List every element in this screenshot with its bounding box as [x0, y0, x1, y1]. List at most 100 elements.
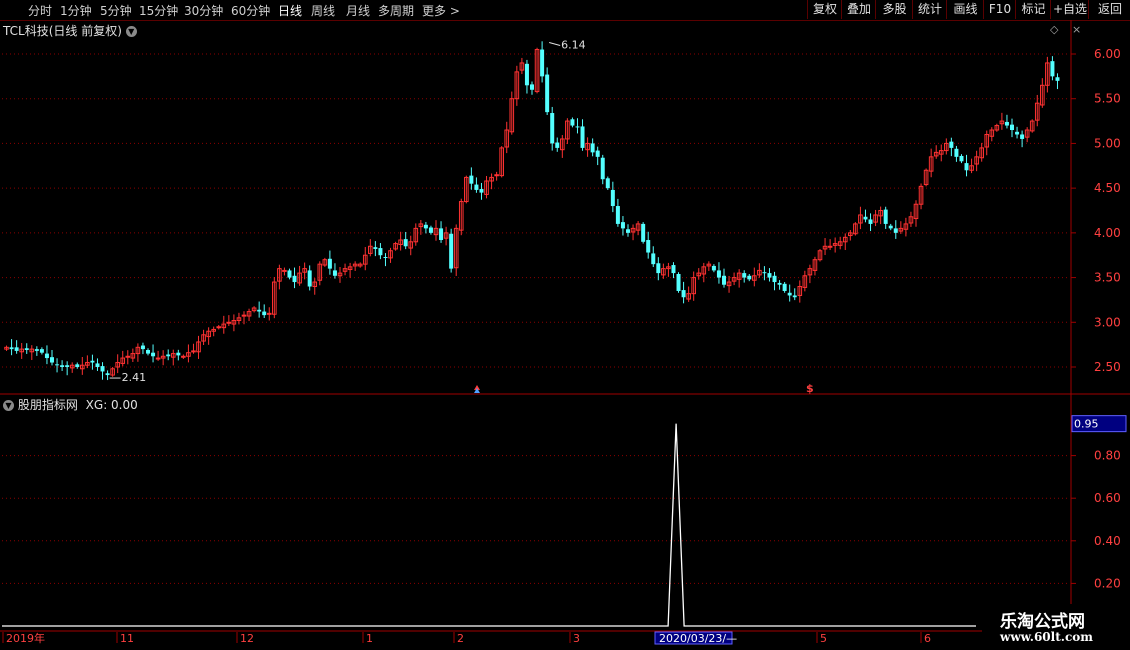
candle-body — [287, 270, 292, 278]
candle-body — [226, 321, 232, 324]
indicator-tick-label: 0.40 — [1094, 534, 1121, 548]
candle-body — [595, 150, 600, 157]
candle-body — [1004, 121, 1009, 126]
kline-chart: 2.50 3.00 3.50 4.00 4.50 5.00 5.50 6.00 6.14 2.41… — [0, 20, 1130, 645]
candle-body — [1050, 61, 1055, 77]
candle-body — [782, 283, 787, 291]
extreme-pointer — [549, 41, 561, 46]
candle-body — [332, 270, 337, 276]
candle-body — [620, 222, 625, 229]
candle-body — [827, 245, 833, 248]
candle-body — [474, 184, 479, 190]
candle-body — [742, 273, 747, 278]
candle-body — [44, 353, 49, 359]
candle-body — [146, 350, 150, 354]
price-tick-label: 2.50 — [1094, 360, 1121, 374]
candle-body — [863, 216, 868, 220]
diamond-icon[interactable]: ◇ — [1050, 23, 1058, 36]
candle-body — [9, 347, 14, 350]
watermark-url: www.60lt.com — [1000, 630, 1093, 644]
candle-body — [327, 258, 332, 269]
candle-body — [626, 229, 630, 233]
price-tick-label: 5.50 — [1094, 92, 1121, 106]
watermark-main: 乐淘公式网 — [1000, 612, 1085, 632]
indicator-tick-label: 0.80 — [1094, 449, 1121, 463]
price-tick-label: 6.00 — [1094, 47, 1121, 61]
time-tick-label: 11 — [120, 632, 134, 645]
candle-body — [610, 189, 615, 207]
candle-body — [39, 349, 44, 353]
candle-body — [307, 270, 312, 287]
candle-body — [428, 227, 433, 233]
signal-marker: $ — [806, 382, 814, 395]
chevron-down-icon[interactable]: ▼ — [125, 26, 137, 37]
candle-body — [55, 364, 60, 366]
candle-body — [65, 365, 70, 367]
candle-body — [524, 63, 529, 86]
time-tick-label: 2 — [457, 632, 464, 645]
candle-body — [711, 265, 716, 271]
candle-body — [241, 314, 247, 317]
candle-body — [292, 275, 297, 283]
price-tick-label: 3.00 — [1094, 315, 1121, 329]
candle-body — [893, 228, 898, 233]
candle-body — [383, 257, 388, 259]
candle-body — [787, 292, 792, 296]
time-tick-label: 5 — [820, 632, 827, 645]
candle-body — [949, 141, 954, 148]
candle-body — [50, 357, 54, 363]
candle-body — [651, 253, 656, 265]
candle-body — [155, 357, 161, 360]
indicator-tick-label: 0.60 — [1094, 491, 1121, 505]
candle-body — [216, 326, 222, 329]
candle-body — [540, 49, 545, 77]
indicator-value: XG: 0.00 — [85, 398, 138, 412]
candle-body — [75, 364, 80, 367]
candle-body — [605, 178, 610, 189]
main-chart-title: TCL科技(日线 前复权) ▼ — [3, 22, 137, 39]
candle-body — [181, 355, 186, 358]
indicator-value-label: 0.95 — [1074, 418, 1099, 431]
candle-body — [378, 248, 383, 256]
candle-body — [1015, 131, 1020, 135]
candle-body — [373, 247, 378, 249]
candle-body — [883, 209, 888, 224]
candle-body — [681, 290, 686, 298]
candle-body — [550, 113, 555, 144]
candle-body — [262, 311, 267, 316]
candle-body — [166, 354, 171, 357]
candle-body — [615, 206, 620, 224]
time-tick-label: 2020/03/23/— — [659, 632, 737, 645]
chevron-down-icon[interactable]: ▼ — [3, 400, 14, 411]
candle-body — [722, 275, 726, 285]
candle-body — [747, 275, 752, 280]
candle-body — [959, 155, 964, 162]
candle-body — [1020, 134, 1025, 139]
candle-body — [423, 224, 428, 229]
candle-body — [266, 312, 272, 315]
candle-body — [716, 270, 721, 278]
candle-body — [100, 366, 105, 372]
price-tick-label: 3.50 — [1094, 271, 1121, 285]
indicator-line — [2, 423, 976, 627]
price-tick-label: 4.00 — [1094, 226, 1121, 240]
candle-body — [105, 373, 110, 376]
candle-body — [191, 350, 196, 353]
candle-body — [888, 225, 893, 229]
candle-body — [140, 345, 145, 350]
candle-body — [403, 239, 408, 247]
candle-body — [1010, 124, 1014, 131]
time-tick-label: 2019年 — [6, 631, 45, 645]
indicator-tick-label: 0.20 — [1094, 576, 1121, 590]
candle-body — [90, 360, 95, 363]
extreme-label: 6.14 — [561, 38, 586, 51]
watermark-logo: 乐淘公式网 www.60lt.com — [982, 604, 1130, 650]
candle-body — [14, 347, 19, 351]
time-tick-label: 1 — [366, 632, 373, 645]
close-icon[interactable]: × — [1072, 23, 1081, 36]
candle-body — [34, 349, 39, 351]
candle-body — [570, 119, 575, 126]
candle-body — [449, 233, 454, 269]
candle-body — [439, 228, 444, 241]
indicator-name: 股朋指标网 — [17, 398, 78, 412]
